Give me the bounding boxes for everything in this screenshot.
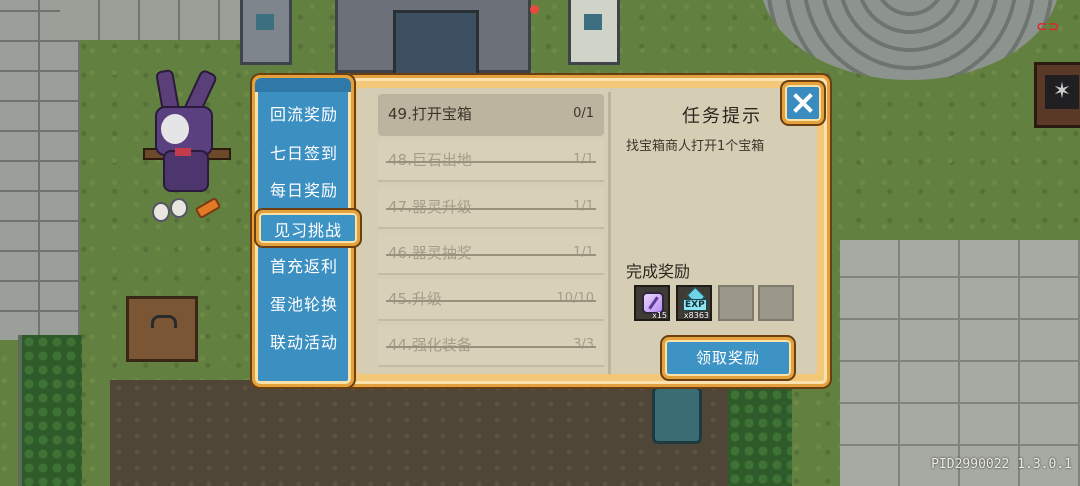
task-progress: 1/1: [573, 245, 594, 260]
strikethrough: [386, 254, 596, 256]
hedge-left: [18, 335, 82, 486]
teal-pot: [652, 386, 702, 444]
tab-first-recharge[interactable]: 首充返利: [261, 252, 347, 282]
task-progress: 10/10: [556, 291, 594, 306]
task-row[interactable]: 44.强化装备 3/3: [378, 325, 604, 367]
game-scene: ⊂⊃ ✶ 回流奖励 七日签到 每日奖励 见习挑战 首充返利 蛋池轮换 联动活动 …: [0, 0, 1080, 486]
tab-return-reward[interactable]: 回流奖励: [261, 100, 347, 130]
task-progress: 0/1: [573, 106, 594, 121]
tab-collab-event[interactable]: 联动活动: [261, 328, 347, 358]
task-name: 49.打开宝箱: [388, 105, 472, 123]
stone-lantern-left: [240, 0, 292, 65]
emblem-icon: ✶: [1045, 75, 1079, 109]
treasure-chest[interactable]: [126, 296, 198, 362]
notification-dot: [530, 5, 539, 14]
strikethrough: [386, 300, 596, 302]
version-label: PID2990022 1.3.0.1: [931, 457, 1072, 472]
bunny-scarecrow[interactable]: [143, 68, 231, 200]
strikethrough: [386, 346, 596, 348]
tab-seven-day-signin[interactable]: 七日签到: [261, 139, 347, 169]
strikethrough: [386, 161, 596, 163]
exp-label: EXP: [683, 299, 707, 311]
red-marker-icon: ⊂⊃: [1036, 19, 1060, 35]
temple-building: [335, 0, 531, 73]
stone-path-left: [0, 0, 80, 340]
tab-egg-pool[interactable]: 蛋池轮换: [261, 290, 347, 320]
task-name: 47.器灵升级: [388, 198, 472, 216]
tab-daily-reward[interactable]: 每日奖励: [261, 176, 347, 206]
reward-title: 完成奖励: [626, 262, 691, 281]
task-progress: 1/1: [573, 199, 594, 214]
eggs-and-carrot: [150, 192, 230, 222]
task-row[interactable]: 46.器灵抽奖 1/1: [378, 233, 604, 275]
lock-icon: [151, 315, 177, 328]
tab-trainee-challenge[interactable]: 见习挑战: [256, 210, 360, 246]
close-button[interactable]: [782, 82, 824, 124]
event-dialog: 回流奖励 七日签到 每日奖励 见习挑战 首充返利 蛋池轮换 联动活动 49.打开…: [252, 75, 830, 387]
stone-path-top: [60, 0, 260, 40]
bowtie-icon: [175, 148, 191, 156]
task-name: 45.升级: [388, 290, 442, 308]
reward-slot-empty: [718, 285, 754, 321]
task-row[interactable]: 48.巨石出地 1/1: [378, 140, 604, 182]
task-name: 44.强化装备: [388, 336, 472, 354]
task-row[interactable]: 47.器灵升级 1/1: [378, 187, 604, 229]
reward-slot[interactable]: x15: [634, 285, 670, 321]
reward-slot[interactable]: EXP x8363: [676, 285, 712, 321]
dirt-field: [110, 380, 730, 486]
reward-qty: x8363: [683, 311, 709, 320]
stone-lantern-right: [568, 0, 620, 65]
strikethrough: [386, 208, 596, 210]
hint-text: 找宝箱商人打开1个宝箱: [626, 139, 765, 154]
task-progress: 1/1: [573, 152, 594, 167]
close-icon: [793, 93, 813, 113]
temple-door: [393, 10, 479, 73]
hint-title: 任务提示: [682, 106, 762, 127]
task-row[interactable]: 45.升级 10/10: [378, 279, 604, 321]
stone-floor-right: [840, 240, 1080, 486]
hedge-middle: [728, 388, 792, 486]
panel-divider: [608, 92, 611, 374]
shop-sign[interactable]: ✶: [1034, 62, 1080, 128]
reward-qty: x15: [652, 311, 667, 320]
task-progress: 3/3: [573, 337, 594, 352]
reward-slot-empty: [758, 285, 794, 321]
task-name: 46.器灵抽奖: [388, 244, 472, 262]
task-name: 48.巨石出地: [388, 151, 472, 169]
task-list: 49.打开宝箱 0/1 48.巨石出地 1/1 47.器灵升级 1/1 46.器…: [378, 92, 606, 374]
task-row[interactable]: 49.打开宝箱 0/1: [378, 94, 604, 136]
claim-reward-button[interactable]: 领取奖励: [662, 337, 794, 379]
